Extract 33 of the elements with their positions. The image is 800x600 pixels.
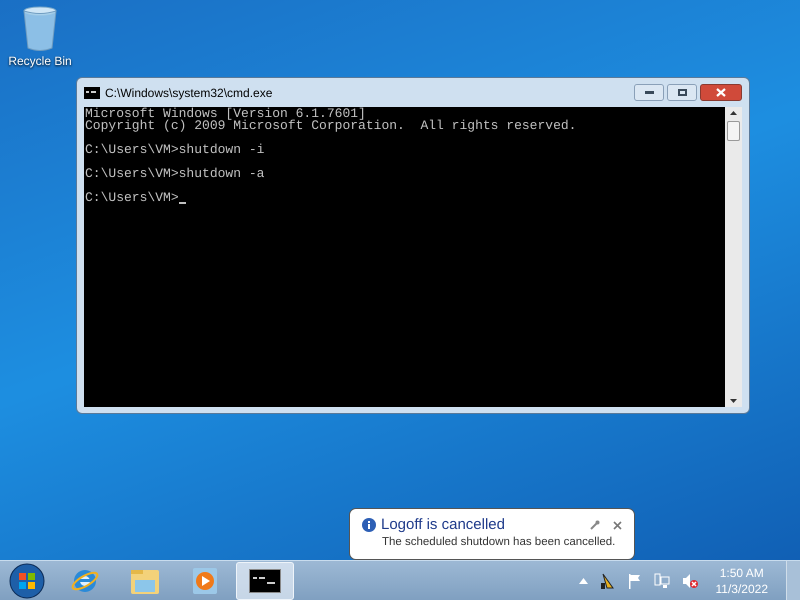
media-player-icon [191,566,219,596]
clock-date[interactable]: 11/3/2022 [716,580,768,596]
console-window-icon [249,568,281,592]
minimize-button[interactable] [634,84,664,101]
desktop-icon-label[interactable]: Recycle Bin [8,52,72,70]
muted-speaker-icon[interactable] [682,572,698,588]
window-title: C:\Windows\system32\cmd.exe [105,84,272,102]
info-icon [362,518,376,532]
taskbar-button[interactable] [236,562,294,600]
maximize-button[interactable] [667,84,697,101]
close-icon [716,88,726,97]
console-line: C:\Users\VM>shutdown -i [85,144,264,156]
scroll-down-arrow-icon[interactable] [730,399,737,403]
flag-icon[interactable] [628,572,642,588]
console-line: Microsoft Windows [Version 6.1.7601] [85,108,366,120]
wrench-icon[interactable] [590,520,600,530]
recycle-bin-icon[interactable] [22,6,58,52]
close-button[interactable] [700,84,742,101]
text-cursor [178,202,186,204]
close-icon[interactable] [613,520,622,530]
console-line: C:\Users\VM> [85,192,179,204]
notification-title: Logoff is cancelled [381,516,505,534]
scrollbar-thumb[interactable] [727,121,740,141]
console-app-icon [84,86,100,98]
notification-message: The scheduled shutdown has been cancelled. [381,535,616,550]
clock-time[interactable]: 1:50 AM [720,564,764,580]
network-computer-icon[interactable] [654,572,670,588]
start-orb-icon [9,562,45,598]
console-line: Copyright (c) 2009 Microsoft Corporation. All rights reserved. [85,120,576,132]
console-line: C:\Users\VM>shutdown -a [85,168,264,180]
show-hidden-icons-arrow-icon[interactable] [578,578,588,584]
vertical-scrollbar[interactable] [725,107,742,407]
scroll-up-arrow-icon[interactable] [730,111,737,115]
